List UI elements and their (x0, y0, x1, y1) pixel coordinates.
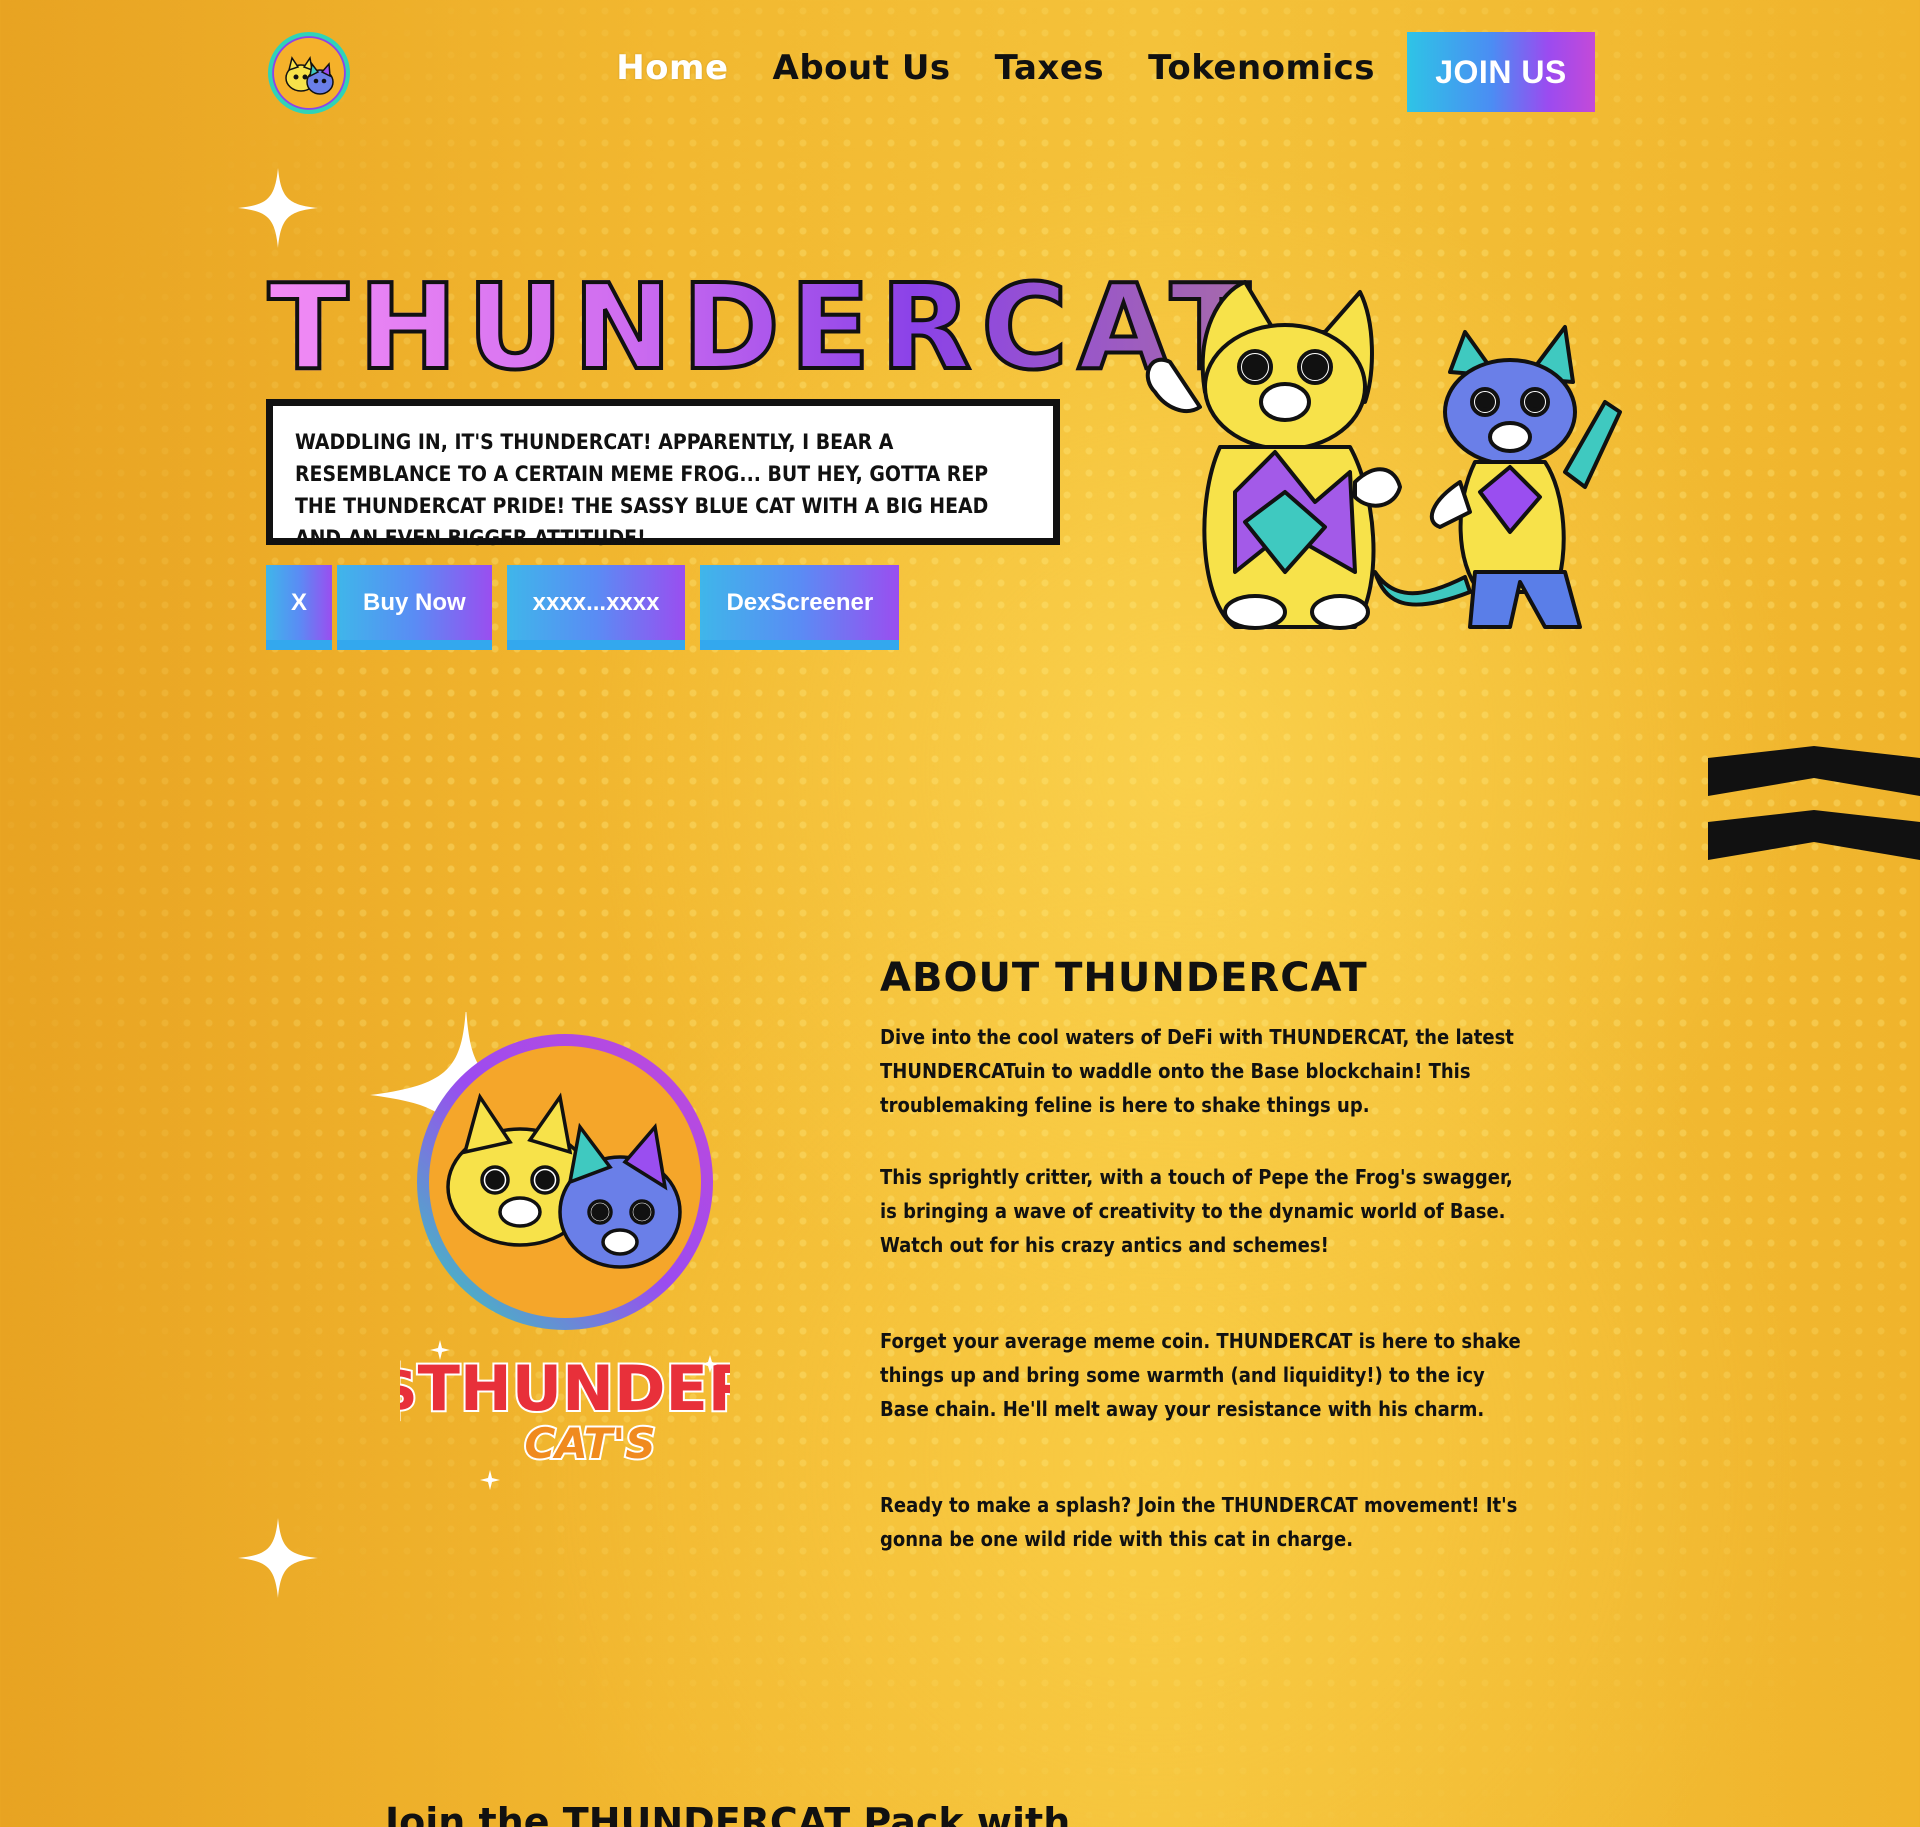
nav-link-about-us[interactable]: About Us (773, 48, 951, 88)
about-paragraph-3: Forget your average meme coin. THUNDERCA… (880, 1329, 1521, 1421)
hero-title: THUNDERCAT (266, 258, 1261, 396)
site-logo[interactable] (268, 32, 350, 114)
hero-buttons: X Buy Now xxxx...xxxx DexScreener (266, 565, 900, 650)
contract-address-button[interactable]: xxxx...xxxx (506, 565, 686, 650)
about-paragraph-2: This sprightly critter, with a touch of … (880, 1165, 1513, 1257)
svg-text:CAT'S: CAT'S (524, 1419, 655, 1468)
hero-tagline: Waddling in, it's THUNDERCAT! Apparently… (266, 399, 1060, 550)
x-social-button[interactable]: X (266, 565, 332, 650)
sthunder-cats-logo: $THUNDER CAT'S (400, 1340, 730, 1490)
next-section-heading: Join the THUNDERCAT Pack with (385, 1800, 1071, 1827)
sparkle-icon (238, 1518, 318, 1598)
about-title: ABOUT THUNDERCAT (880, 955, 1368, 1001)
join-us-button[interactable]: JOIN US (1407, 32, 1595, 112)
nav-link-taxes[interactable]: Taxes (995, 48, 1104, 88)
about-paragraph-4: Ready to make a splash? Join the THUNDER… (880, 1493, 1518, 1551)
nav-link-home[interactable]: Home (616, 48, 728, 88)
about-emblem-image (370, 1012, 713, 1330)
dexscreener-button[interactable]: DexScreener (700, 565, 900, 650)
about-paragraph-1: Dive into the cool waters of DeFi with T… (880, 1025, 1514, 1117)
sparkle-icon (238, 168, 318, 248)
buy-now-button[interactable]: Buy Now (337, 565, 492, 650)
nav-link-tokenomics[interactable]: Tokenomics (1148, 48, 1375, 88)
top-nav: Home About Us Taxes Tokenomics JOIN US (268, 32, 1595, 114)
hero-cats-illustration (1145, 280, 1622, 630)
nav-links: Home About Us Taxes Tokenomics (616, 48, 1375, 88)
svg-text:$THUNDER: $THUNDER (400, 1352, 730, 1425)
chevron-decoration-icon (1708, 746, 1920, 860)
